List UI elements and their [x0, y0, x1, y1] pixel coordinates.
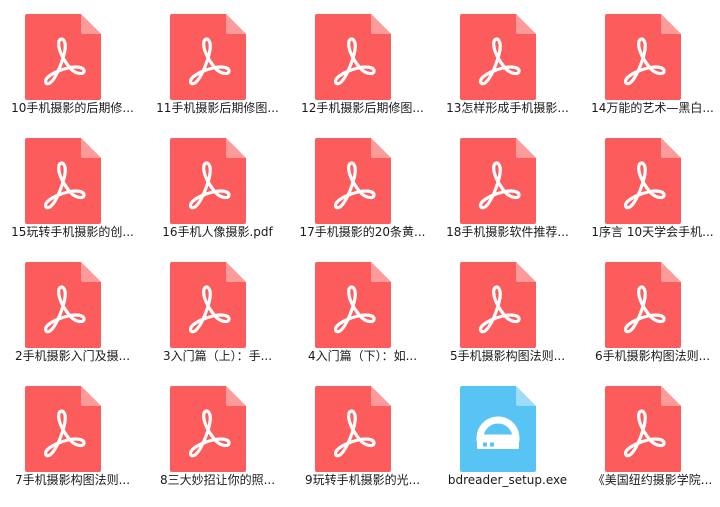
- pdf-icon: [315, 262, 391, 348]
- file-item-14[interactable]: 5手机摄影构图法则...: [435, 248, 580, 372]
- file-item-18[interactable]: 9玩转手机摄影的光...: [290, 372, 435, 496]
- pdf-icon: [315, 14, 391, 100]
- pdf-icon: [605, 386, 681, 472]
- file-item-2[interactable]: 11手机摄影后期修图...: [145, 0, 290, 124]
- file-item-3[interactable]: 12手机摄影后期修图...: [290, 0, 435, 124]
- file-label: 5手机摄影构图法则...: [449, 349, 566, 363]
- file-label: 6手机摄影构图法则...: [594, 349, 711, 363]
- file-item-9[interactable]: 18手机摄影软件推荐...: [435, 124, 580, 248]
- file-label: 1序言 10天学会手机...: [591, 225, 714, 239]
- file-item-15[interactable]: 6手机摄影构图法则...: [580, 248, 720, 372]
- file-item-1[interactable]: 10手机摄影的后期修...: [0, 0, 145, 124]
- file-label: 16手机人像摄影.pdf: [162, 225, 273, 239]
- pdf-icon: [605, 14, 681, 100]
- file-item-6[interactable]: 15玩转手机摄影的创...: [0, 124, 145, 248]
- file-item-17[interactable]: 8三大妙招让你的照...: [145, 372, 290, 496]
- file-label: 12手机摄影后期修图...: [301, 101, 424, 115]
- file-item-13[interactable]: 4入门篇（下）：如...: [290, 248, 435, 372]
- file-item-20[interactable]: 《美国纽约摄影学院...: [580, 372, 720, 496]
- file-label: 2手机摄影入门及摄...: [14, 349, 131, 363]
- file-label: 10手机摄影的后期修...: [11, 101, 134, 115]
- file-item-8[interactable]: 17手机摄影的20条黄...: [290, 124, 435, 248]
- pdf-icon: [315, 138, 391, 224]
- pdf-icon: [460, 262, 536, 348]
- file-label: 17手机摄影的20条黄...: [299, 225, 426, 239]
- file-label: 11手机摄影后期修图...: [156, 101, 279, 115]
- file-grid: 10手机摄影的后期修... 11手机摄影后期修图... 12手机摄影后期修图..…: [0, 0, 720, 507]
- file-label: 14万能的艺术—黑白...: [591, 101, 714, 115]
- file-item-5[interactable]: 14万能的艺术—黑白...: [580, 0, 720, 124]
- file-label: 15玩转手机摄影的创...: [11, 225, 134, 239]
- file-label: 7手机摄影构图法则...: [14, 473, 131, 487]
- file-item-7[interactable]: 16手机人像摄影.pdf: [145, 124, 290, 248]
- file-label: 《美国纽约摄影学院...: [592, 473, 713, 487]
- pdf-icon: [25, 138, 101, 224]
- file-label: 4入门篇（下）：如...: [307, 349, 418, 363]
- pdf-icon: [170, 386, 246, 472]
- file-label: 9玩转手机摄影的光...: [304, 473, 421, 487]
- pdf-icon: [605, 138, 681, 224]
- pdf-icon: [170, 262, 246, 348]
- installer-icon: [460, 386, 536, 472]
- file-label: bdreader_setup.exe: [447, 473, 568, 487]
- file-item-16[interactable]: 7手机摄影构图法则...: [0, 372, 145, 496]
- file-label: 18手机摄影软件推荐...: [446, 225, 569, 239]
- pdf-icon: [25, 262, 101, 348]
- pdf-icon: [460, 14, 536, 100]
- pdf-icon: [170, 14, 246, 100]
- file-item-12[interactable]: 3入门篇（上）：手...: [145, 248, 290, 372]
- pdf-icon: [460, 138, 536, 224]
- pdf-icon: [25, 14, 101, 100]
- pdf-icon: [170, 138, 246, 224]
- pdf-icon: [315, 386, 391, 472]
- file-item-4[interactable]: 13怎样形成手机摄影...: [435, 0, 580, 124]
- pdf-icon: [605, 262, 681, 348]
- file-label: 8三大妙招让你的照...: [159, 473, 276, 487]
- file-item-11[interactable]: 2手机摄影入门及摄...: [0, 248, 145, 372]
- file-item-10[interactable]: 1序言 10天学会手机...: [580, 124, 720, 248]
- file-label: 3入门篇（上）：手...: [162, 349, 273, 363]
- file-label: 13怎样形成手机摄影...: [446, 101, 569, 115]
- pdf-icon: [25, 386, 101, 472]
- file-item-19[interactable]: bdreader_setup.exe: [435, 372, 580, 496]
